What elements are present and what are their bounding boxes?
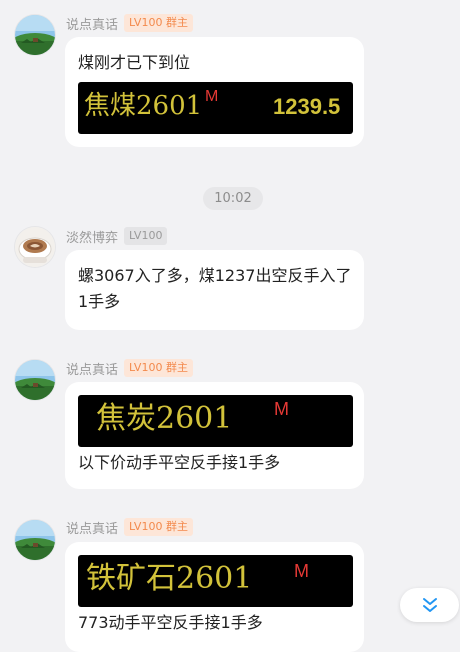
quote-symbol: 焦炭2601	[96, 401, 233, 436]
avatar[interactable]	[15, 227, 55, 267]
message-bubble[interactable]: 煤刚才已下到位 焦煤2601 M 1239.5	[65, 37, 364, 147]
sender-name: 说点真话	[66, 362, 119, 378]
avatar[interactable]	[15, 15, 55, 55]
message-bubble[interactable]: 焦炭2601 M 以下价动手平空反手接1手多	[65, 382, 364, 489]
message-text: 以下价动手平空反手接1手多	[78, 453, 281, 472]
sender-row: 说点真话 LV100 群主	[66, 358, 193, 378]
quote-symbol: 铁矿石2601	[86, 561, 253, 596]
avatar[interactable]	[15, 360, 55, 400]
host-badge: LV100 群主	[124, 518, 193, 536]
message-bubble[interactable]: 螺3067入了多，煤1237出空反手入了1手多	[65, 250, 364, 330]
host-badge: LV100 群主	[124, 359, 193, 377]
level-badge: LV100	[124, 227, 168, 245]
double-chevron-down-icon	[423, 598, 437, 612]
sender-name: 淡然博弈	[66, 230, 119, 246]
timestamp: 10:02	[203, 187, 263, 210]
landscape-avatar-icon	[15, 360, 55, 400]
sender-name: 说点真话	[66, 17, 119, 33]
quote-mark: M	[205, 88, 219, 105]
landscape-avatar-icon	[15, 15, 55, 55]
message-bubble[interactable]: 铁矿石2601 M 773动手平空反手接1手多	[65, 542, 364, 652]
sender-row: 说点真话 LV100 群主	[66, 517, 193, 537]
sender-name: 说点真话	[66, 521, 119, 537]
quote-price: 1239.5	[273, 94, 341, 119]
sender-row: 淡然博弈 LV100	[66, 226, 168, 246]
message-text: 煤刚才已下到位	[78, 53, 191, 72]
host-badge: LV100 群主	[124, 14, 193, 32]
message-text: 螺3067入了多，煤1237出空反手入了1手多	[78, 266, 352, 311]
quote-image[interactable]: 焦煤2601 M 1239.5	[78, 82, 353, 134]
quote-mark: M	[294, 561, 309, 581]
quote-symbol: 焦煤2601	[84, 91, 203, 121]
message-text: 773动手平空反手接1手多	[78, 613, 263, 632]
quote-image[interactable]: 焦炭2601 M	[78, 395, 353, 447]
scroll-to-bottom-button[interactable]	[400, 588, 459, 622]
coffee-cup-avatar-icon	[15, 227, 55, 267]
sender-row: 说点真话 LV100 群主	[66, 13, 193, 33]
quote-image[interactable]: 铁矿石2601 M	[78, 555, 353, 607]
quote-mark: M	[274, 399, 289, 419]
landscape-avatar-icon	[15, 520, 55, 560]
avatar[interactable]	[15, 520, 55, 560]
